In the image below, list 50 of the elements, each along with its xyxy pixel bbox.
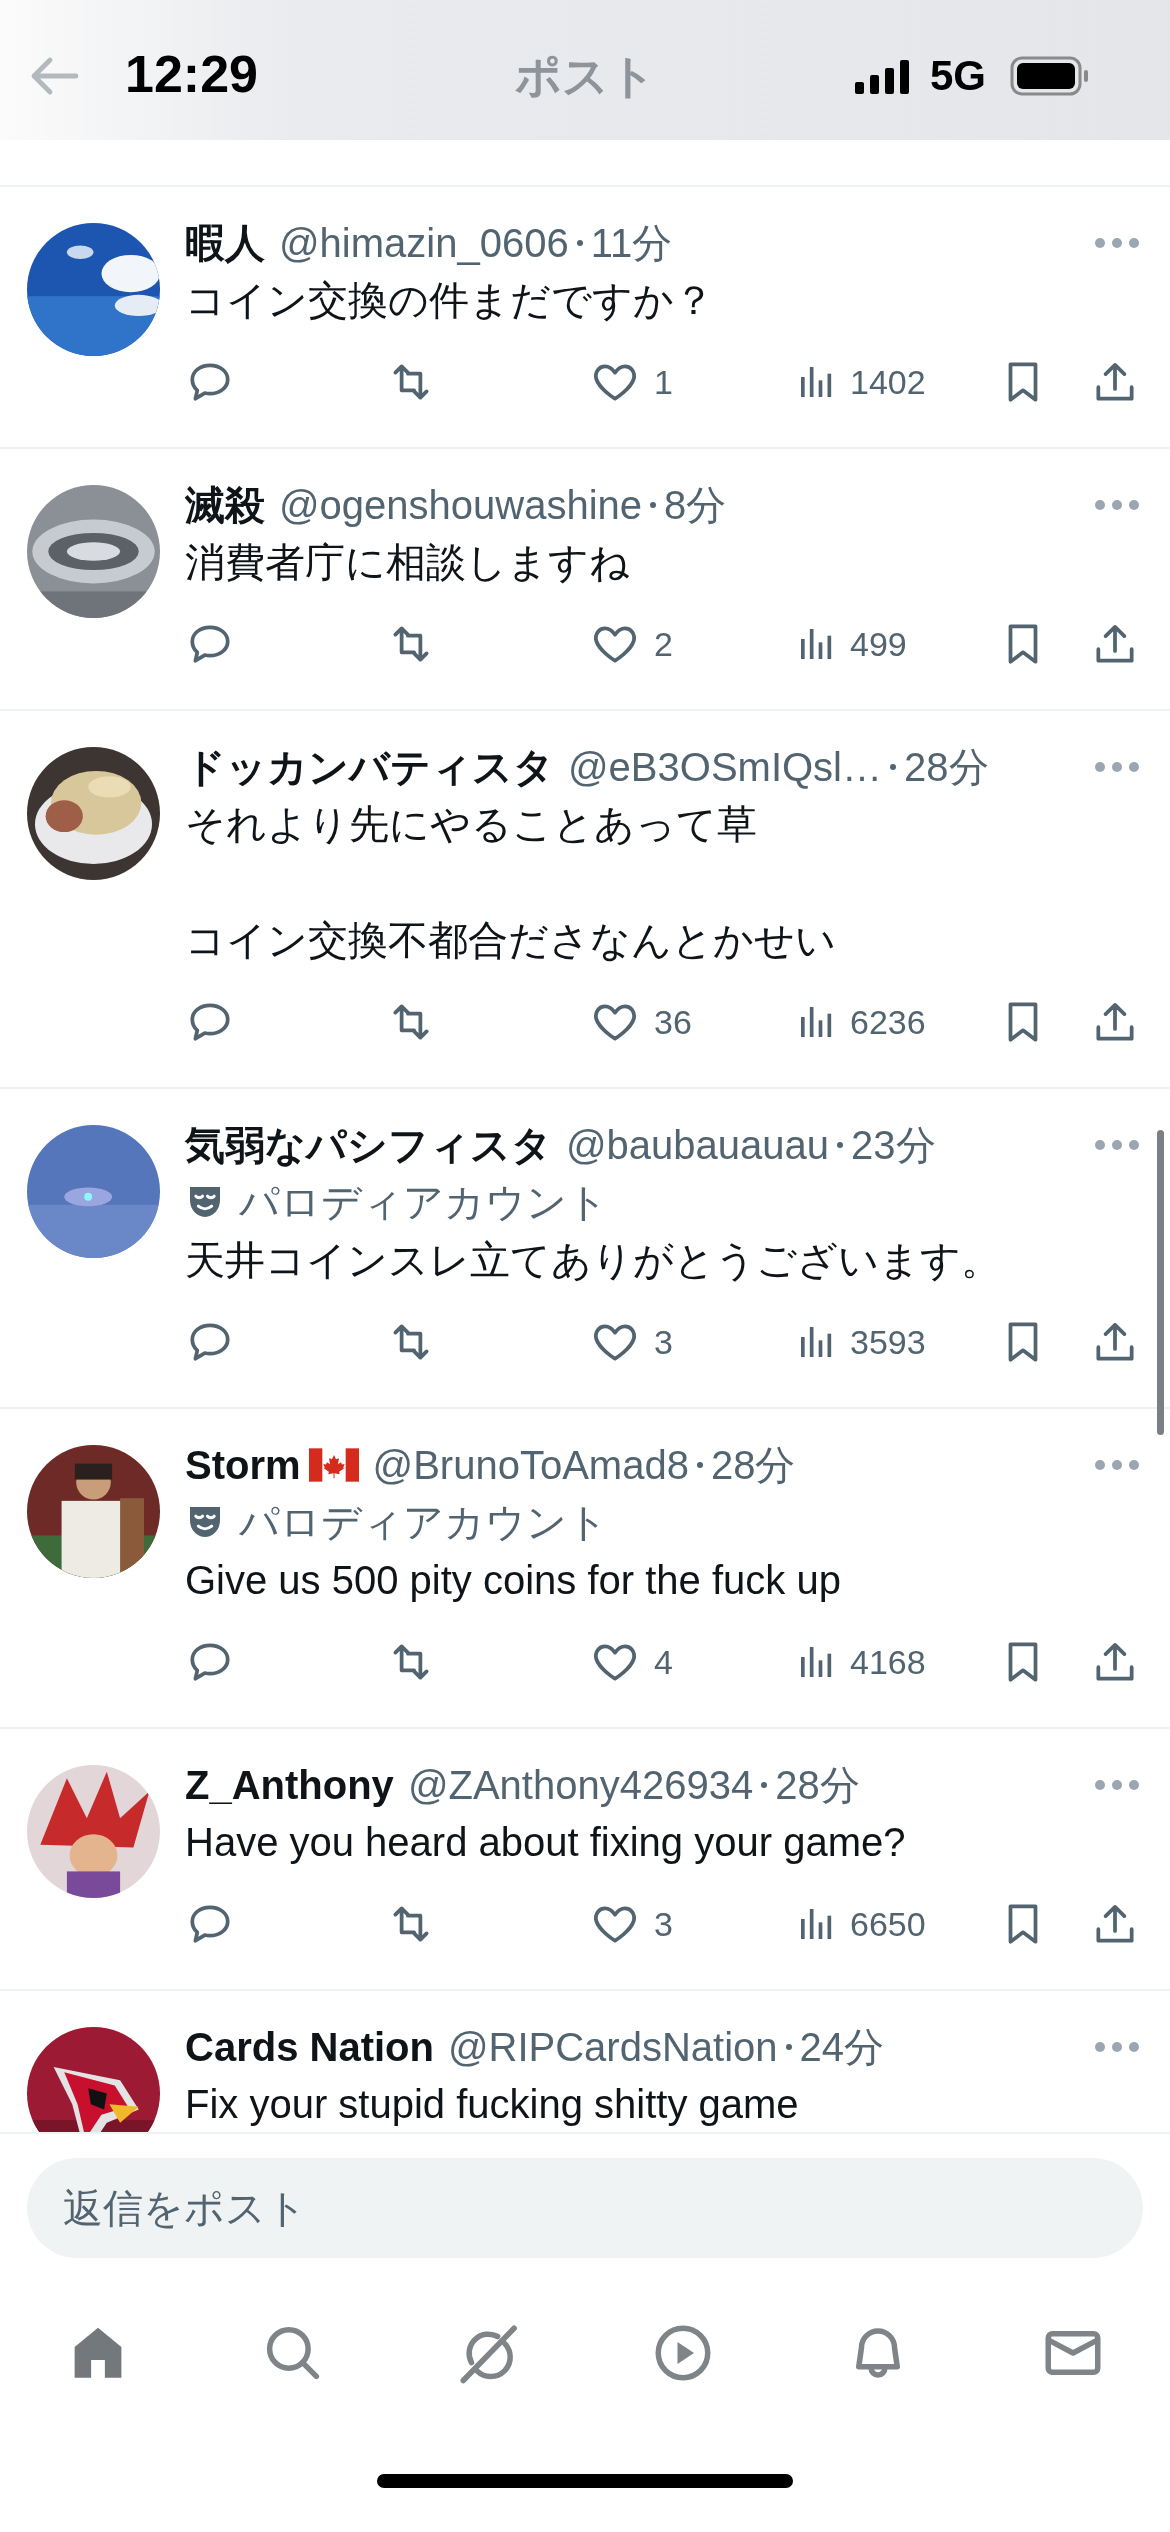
user-handle: @himazin_0606 [279,220,569,266]
user-name: Z_Anthony [185,1762,394,1808]
post-time: 28分 [775,1761,860,1809]
scrollbar[interactable] [1157,1130,1164,1435]
like-button[interactable]: 4 [590,1637,673,1687]
views-button[interactable]: 6650 [796,1904,926,1944]
user-name: 滅殺 [185,481,265,529]
like-button[interactable]: 36 [590,997,692,1047]
post-text: Fix your stupid fucking shitty game [185,2081,800,2128]
post-time: 28分 [904,743,989,791]
like-button[interactable]: 3 [590,1317,673,1367]
post-text: それより先にやることあって草 [185,801,758,848]
views-button[interactable]: 3593 [796,1322,926,1362]
user-handle: @ogenshouwashine [279,482,643,528]
signal-icon [855,60,911,94]
views-button[interactable]: 499 [796,624,907,664]
user-name: ドッカンバティスタ [185,743,554,791]
user-name: Cards Nation [185,2024,434,2070]
post-time: 28分 [710,1441,796,1489]
user-handle: @ZAnthony426934 [407,1762,754,1808]
post-text: 消費者庁に相談しますね [185,539,631,586]
views-button[interactable]: 6236 [796,1002,926,1042]
views-button[interactable]: 4168 [796,1642,926,1682]
user-name: Storm [185,1442,301,1488]
user-handle: @BrunoToAmad8 [372,1442,689,1488]
user-name: 暇人 [185,219,265,267]
user-handle: @baubauauau [566,1122,830,1168]
post-text: Give us 500 pity coins for the fuck up [185,1557,842,1604]
post-time: 23分 [851,1121,936,1169]
post-text: 天井コインスレ立てありがとうございます。 [185,1237,1002,1284]
user-handle: @eB3OSmIQsl… [568,744,882,790]
views-button[interactable]: 1402 [796,362,926,402]
post-text: コイン交換の件まだですか？ [185,277,715,324]
network-type: 5G [930,52,987,100]
user-name: 気弱なパシフィスタ [185,1121,552,1169]
parody-label: パロディアカウント [239,1178,608,1226]
post-text: Have you heard about fixing your game? [185,1819,907,1866]
reply-field[interactable]: 返信をポスト [27,2158,1143,2258]
like-button[interactable]: 1 [590,357,673,407]
status-time: 12:29 [125,44,258,104]
parody-label: パロディアカウント [239,1498,608,1546]
post-text: コイン交換不都合ださなんとかせい [185,917,837,964]
page-title: ポスト [515,49,656,104]
post-time: 11分 [590,219,673,267]
like-button[interactable]: 2 [590,619,673,669]
battery-icon [1010,56,1090,96]
user-handle: @RIPCardsNation [447,2024,778,2070]
post-time: 8分 [664,481,727,529]
post-time: 24分 [799,2023,885,2071]
like-button[interactable]: 3 [590,1899,673,1949]
